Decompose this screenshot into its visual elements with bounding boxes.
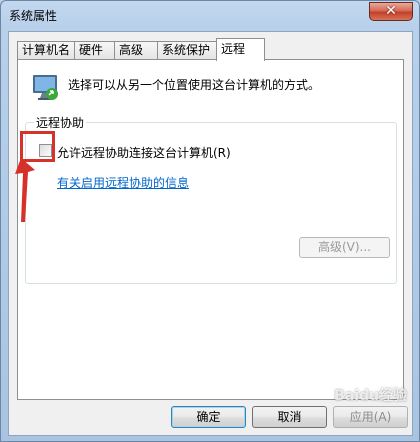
apply-button[interactable]: 应用(A) xyxy=(333,406,408,428)
tab-remote[interactable]: 远程 xyxy=(216,38,265,61)
tab-system-protection[interactable]: 系统保护 xyxy=(157,41,217,60)
tab-advanced[interactable]: 高级 xyxy=(114,41,158,60)
advanced-button: 高级(V)... xyxy=(299,237,390,258)
remote-assistance-group: 远程协助 允许远程协助连接这台计算机(R) 有关启用远程协助的信息 高级(V).… xyxy=(25,114,397,284)
close-button[interactable]: ✕ xyxy=(369,2,413,21)
remote-tab-panel: 选择可以从另一个位置使用这台计算机的方式。 远程协助 允许远程协助连接这台计算机… xyxy=(17,59,404,400)
dialog-client-area: 计算机名 硬件 高级 系统保护 远程 选择可以从另一个位置使用这台计算机的方式。… xyxy=(8,31,413,436)
remote-assistance-help-link[interactable]: 有关启用远程协助的信息 xyxy=(57,174,189,191)
allow-remote-assistance-label[interactable]: 允许远程协助连接这台计算机(R) xyxy=(57,144,231,161)
remote-description: 选择可以从另一个位置使用这台计算机的方式。 xyxy=(68,78,321,92)
tab-hardware[interactable]: 硬件 xyxy=(74,41,115,60)
ok-button[interactable]: 确定 xyxy=(171,406,246,428)
cancel-button[interactable]: 取消 xyxy=(252,406,327,428)
group-label: 远程协助 xyxy=(34,114,87,131)
tab-computer-name[interactable]: 计算机名 xyxy=(17,41,75,60)
title-bar[interactable]: 系统属性 ✕ xyxy=(1,1,419,31)
window-title: 系统属性 xyxy=(9,9,58,23)
system-properties-window: 系统属性 ✕ 计算机名 硬件 高级 系统保护 远程 选择可以从另一个位置使用这台… xyxy=(0,0,420,442)
baidu-watermark: Baidu经验 xyxy=(334,388,407,404)
close-icon: ✕ xyxy=(385,3,397,19)
remote-computer-icon xyxy=(33,75,58,100)
annotation-arrow-icon xyxy=(15,158,35,222)
